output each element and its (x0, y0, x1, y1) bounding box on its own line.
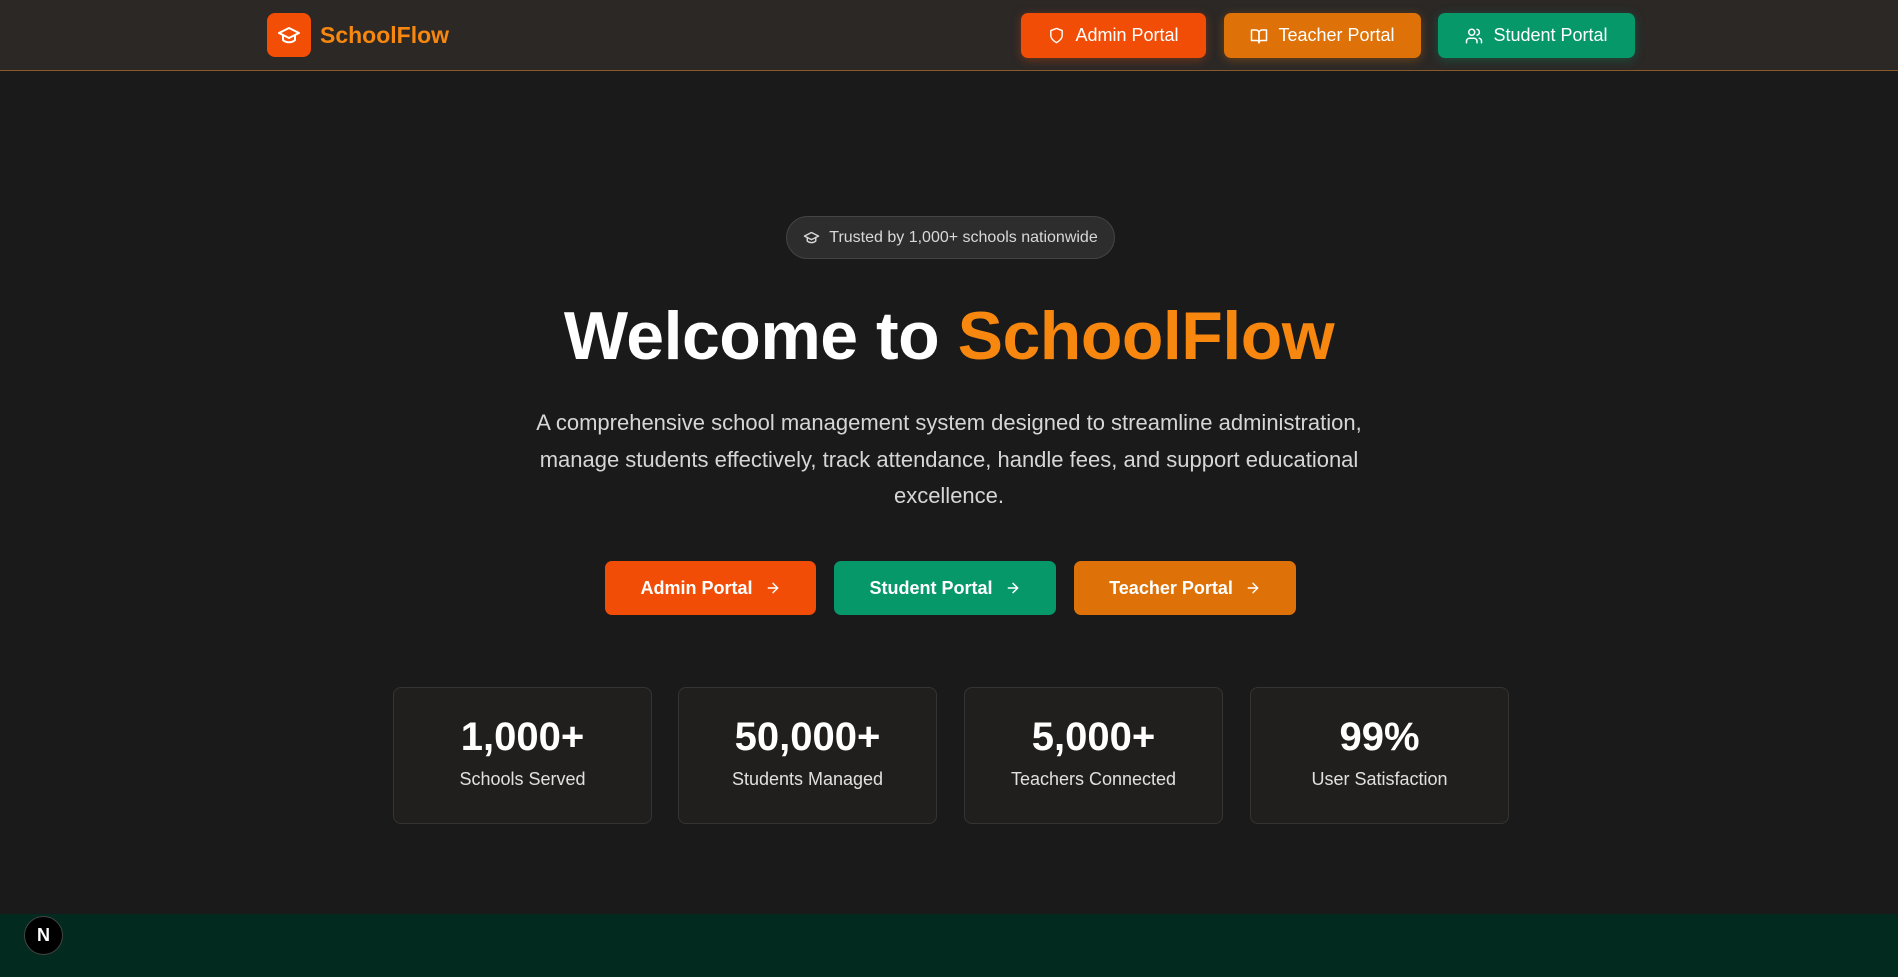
cta-admin-label: Admin Portal (640, 577, 753, 598)
stat-value: 50,000+ (734, 715, 881, 759)
hero-title: Welcome to SchoolFlow (0, 296, 1898, 376)
arrow-right-icon (1007, 582, 1018, 594)
cta-admin-portal-button[interactable]: Admin Portal (605, 561, 816, 615)
nav-student-portal-button[interactable]: Student Portal (1438, 13, 1635, 58)
stat-label: Teachers Connected (1010, 769, 1177, 789)
dev-tools-badge-label: N (37, 925, 50, 945)
stat-value: 99% (1339, 715, 1420, 759)
trust-badge: Trusted by 1,000+ schools nationwide (786, 216, 1115, 259)
cta-teacher-portal-button[interactable]: Teacher Portal (1074, 561, 1296, 615)
nav-student-label: Student Portal (1493, 25, 1608, 45)
brand-name: SchoolFlow (320, 21, 450, 48)
stat-value: 5,000+ (1031, 715, 1156, 759)
arrow-right-icon (1247, 582, 1259, 594)
next-section-band (0, 914, 1898, 977)
stat-label: Schools Served (459, 769, 586, 789)
nav-admin-label: Admin Portal (1075, 25, 1179, 45)
hero-description: A comprehensive school management system… (536, 410, 1362, 508)
nav-teacher-portal-button[interactable]: Teacher Portal (1224, 13, 1421, 58)
cta-teacher-label: Teacher Portal (1109, 577, 1233, 598)
top-nav-bar: SchoolFlow Admin Portal Teacher Portal S… (0, 0, 1898, 71)
users-icon (1466, 28, 1483, 43)
stat-label: User Satisfaction (1311, 769, 1448, 789)
stat-label: Students Managed (731, 769, 884, 789)
trust-badge-text: Trusted by 1,000+ schools nationwide (829, 228, 1098, 246)
stat-card-students: 50,000+ Students Managed (678, 687, 937, 824)
book-open-icon (1251, 28, 1268, 43)
hero-title-accent: SchoolFlow (957, 298, 1335, 374)
shield-icon (1050, 27, 1064, 44)
cta-student-label: Student Portal (869, 577, 993, 598)
cta-student-portal-button[interactable]: Student Portal (834, 561, 1056, 615)
hero-title-prefix: Welcome to (563, 298, 958, 374)
stat-value: 1,000+ (460, 715, 585, 759)
brand-logo[interactable]: SchoolFlow (267, 13, 449, 57)
stat-card-teachers: 5,000+ Teachers Connected (964, 687, 1223, 824)
nav-admin-portal-button[interactable]: Admin Portal (1021, 13, 1206, 58)
arrow-right-icon (767, 582, 778, 594)
graduation-cap-icon (267, 13, 311, 57)
graduation-cap-icon (803, 231, 820, 244)
dev-tools-badge[interactable]: N (24, 916, 63, 955)
nav-teacher-label: Teacher Portal (1278, 25, 1395, 45)
stat-card-satisfaction: 99% User Satisfaction (1250, 687, 1509, 824)
stat-card-schools: 1,000+ Schools Served (393, 687, 652, 824)
